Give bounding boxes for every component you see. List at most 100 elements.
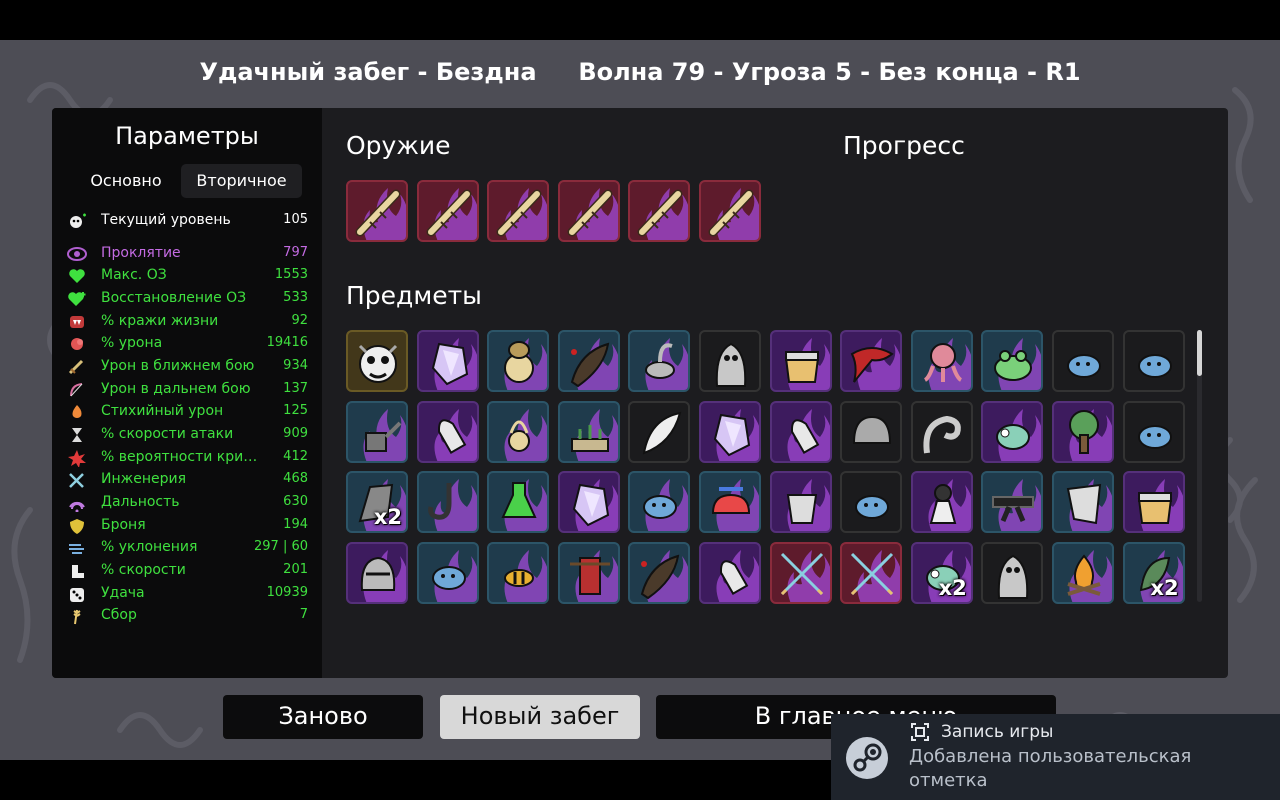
item-slot[interactable] <box>699 471 761 534</box>
item-slot[interactable] <box>628 471 691 534</box>
stat-label: % уклонения <box>101 539 198 555</box>
steam-notification[interactable]: Запись игры Добавлена пользовательская о… <box>831 714 1280 800</box>
weapon-slot[interactable] <box>346 180 408 242</box>
item-slot[interactable] <box>1052 400 1114 463</box>
item-slot[interactable]: x2 <box>1122 541 1185 604</box>
items-scrollbar-thumb[interactable] <box>1197 330 1202 376</box>
item-slot[interactable] <box>487 471 550 534</box>
stat-row[interactable]: % скорости атаки 909 <box>66 424 308 446</box>
stat-row[interactable]: % вероятности крит. у... 412 <box>66 447 308 469</box>
item-slot[interactable] <box>699 330 761 392</box>
damage-muscle-icon <box>66 335 88 353</box>
tab-secondary-stats[interactable]: Вторичное <box>181 164 302 198</box>
stat-row[interactable]: Текущий уровень 105 <box>66 210 308 232</box>
item-slot[interactable] <box>487 541 550 604</box>
item-slot[interactable] <box>981 471 1044 534</box>
item-slot[interactable] <box>840 541 903 604</box>
stat-row[interactable]: % уклонения 297 | 60 <box>66 537 308 559</box>
item-slot[interactable] <box>416 400 479 463</box>
item-slot[interactable] <box>346 400 408 463</box>
item-slot[interactable] <box>910 330 973 392</box>
item-slot[interactable] <box>1122 471 1185 534</box>
stat-label: Сбор <box>101 607 137 623</box>
item-slot[interactable] <box>1122 400 1185 463</box>
item-slot[interactable] <box>910 400 973 463</box>
tab-primary-stats[interactable]: Основно <box>72 164 180 198</box>
item-slot[interactable] <box>769 330 832 392</box>
item-slot[interactable] <box>416 330 479 392</box>
stat-value: 630 <box>283 494 308 509</box>
item-slot[interactable]: x2 <box>910 541 973 604</box>
item-slot[interactable] <box>840 471 903 534</box>
weapon-slot[interactable] <box>487 180 550 242</box>
item-slot[interactable] <box>557 400 620 463</box>
item-slot[interactable] <box>1052 330 1114 392</box>
stat-row[interactable]: % урона 19416 <box>66 333 308 355</box>
stat-value: 797 <box>283 245 308 260</box>
item-slot[interactable] <box>487 330 550 392</box>
stat-row[interactable]: % кражи жизни 92 <box>66 311 308 333</box>
item-slot[interactable] <box>1052 471 1114 534</box>
heart-regen-icon <box>66 290 88 308</box>
stat-row[interactable]: Урон в ближнем бою 934 <box>66 356 308 378</box>
item-slot[interactable] <box>557 330 620 392</box>
item-slot[interactable] <box>981 330 1044 392</box>
stat-row[interactable]: % скорости 201 <box>66 560 308 582</box>
stat-label: % скорости <box>101 562 186 578</box>
item-slot[interactable] <box>416 541 479 604</box>
run-summary-title: Удачный забег - Бездна Волна 79 - Угроза… <box>0 58 1280 86</box>
item-slot[interactable] <box>628 330 691 392</box>
item-slot[interactable] <box>981 400 1044 463</box>
weapon-slot[interactable] <box>416 180 479 242</box>
item-slot[interactable]: x2 <box>346 471 408 534</box>
stat-row[interactable]: Макс. ОЗ 1553 <box>66 265 308 287</box>
item-slot[interactable] <box>346 330 408 392</box>
stat-row[interactable]: Урон в дальнем бою 137 <box>66 379 308 401</box>
stat-row[interactable]: Восстановление ОЗ 533 <box>66 288 308 310</box>
restart-button[interactable]: Заново <box>223 695 423 739</box>
item-slot[interactable] <box>346 541 408 604</box>
melee-sword-icon <box>66 358 88 376</box>
weapon-slot[interactable] <box>557 180 620 242</box>
item-slot[interactable] <box>628 400 691 463</box>
item-slot[interactable] <box>557 471 620 534</box>
item-slot[interactable] <box>628 541 691 604</box>
crit-burst-icon <box>66 449 88 468</box>
item-slot[interactable] <box>769 541 832 604</box>
item-slot[interactable] <box>1052 541 1114 604</box>
parameters-title: Параметры <box>115 122 259 150</box>
stat-row[interactable]: Удача 10939 <box>66 583 308 605</box>
item-slot[interactable] <box>981 541 1044 604</box>
stat-row[interactable]: Стихийный урон 125 <box>66 401 308 423</box>
new-run-button[interactable]: Новый забег <box>440 695 640 739</box>
weapon-slot[interactable] <box>699 180 761 242</box>
weapon-slot[interactable] <box>628 180 691 242</box>
stat-value: 92 <box>291 313 308 328</box>
item-slot[interactable] <box>416 471 479 534</box>
item-slot[interactable] <box>699 541 761 604</box>
elemental-flame-icon <box>66 403 88 421</box>
stat-row[interactable]: Проклятие 797 <box>66 243 308 265</box>
item-slot[interactable] <box>910 471 973 534</box>
engineering-wrench-icon <box>66 471 88 489</box>
harvest-wheat-icon <box>66 607 88 625</box>
stat-label: % кражи жизни <box>101 313 219 329</box>
item-slot[interactable] <box>840 400 903 463</box>
item-slot[interactable] <box>769 400 832 463</box>
items-scrollbar[interactable] <box>1197 330 1202 602</box>
item-slot[interactable] <box>487 400 550 463</box>
armor-shield-icon <box>66 517 88 535</box>
item-slot[interactable] <box>769 471 832 534</box>
hourglass-icon <box>66 426 88 444</box>
items-title: Предметы <box>346 281 482 310</box>
stat-row[interactable]: Сбор 7 <box>66 605 308 627</box>
item-slot[interactable] <box>557 541 620 604</box>
item-slot[interactable] <box>840 330 903 392</box>
item-slot[interactable] <box>1122 330 1185 392</box>
stat-row[interactable]: Дальность 630 <box>66 492 308 514</box>
stat-row[interactable]: Инженерия 468 <box>66 469 308 491</box>
item-count-badge: x2 <box>938 575 967 600</box>
item-slot[interactable] <box>699 400 761 463</box>
stat-row[interactable]: Броня 194 <box>66 515 308 537</box>
steam-logo-icon <box>846 737 888 779</box>
